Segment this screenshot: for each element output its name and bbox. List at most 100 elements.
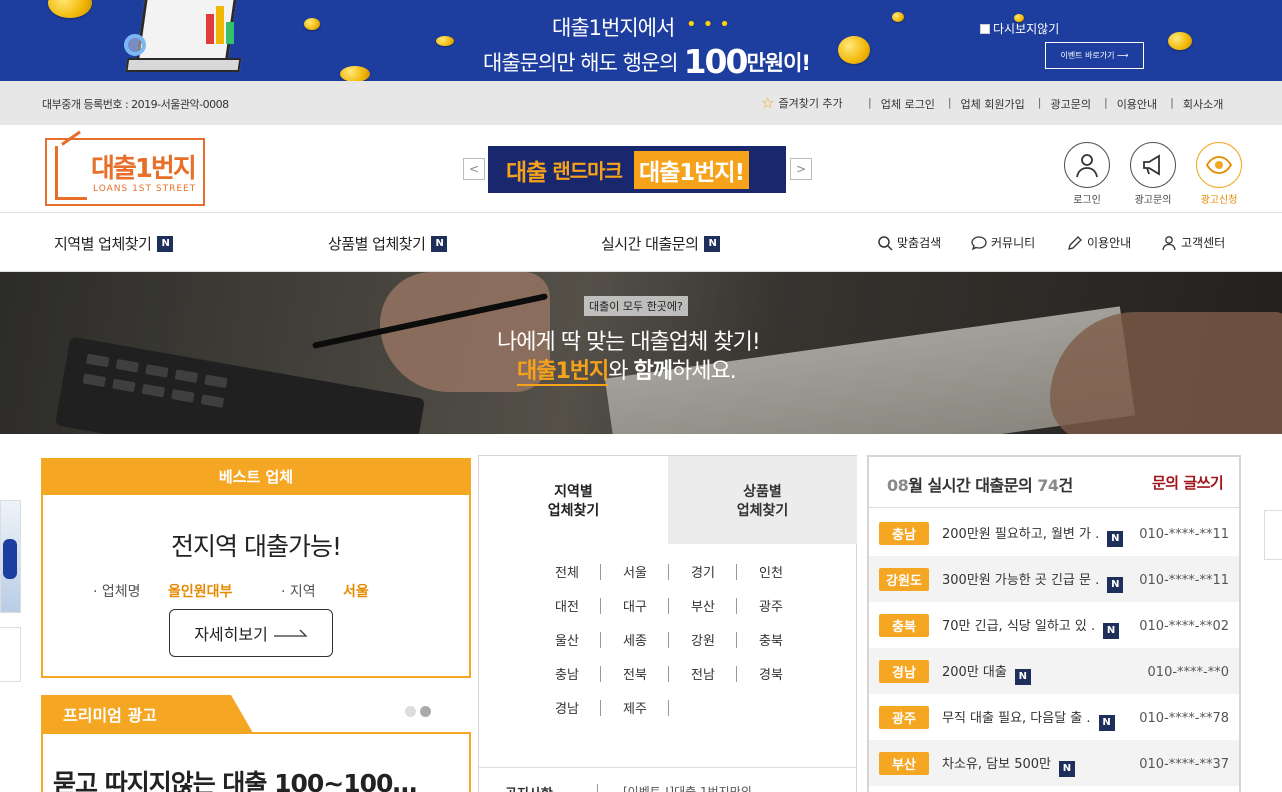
premium-ad-card[interactable]: 묻고 따지지않는 대출 100~100… — [41, 734, 471, 792]
link-company-intro[interactable]: 회사소개 — [1183, 96, 1223, 112]
magnifier-icon — [124, 34, 146, 56]
search-icon — [878, 235, 893, 251]
main-nav: 지역별 업체찾기 N 상품별 업체찾기 N 실시간 대출문의 N 맞춤검색 커뮤니티 … — [0, 214, 1282, 272]
ad-apply-button[interactable] — [1196, 142, 1242, 188]
event-button[interactable]: 이벤트 바로가기 ⟶ — [1045, 42, 1144, 69]
region-link[interactable]: 광주 — [737, 588, 805, 622]
inquiry-row[interactable]: 부산 차소유, 담보 500만 N 010-****-**37 — [869, 740, 1239, 786]
promo-amount: 100 — [683, 42, 749, 81]
site-logo[interactable]: 대출1번지 LOANS 1ST STREET — [45, 138, 205, 206]
side-panel-edge[interactable] — [1264, 510, 1282, 560]
divider: | — [947, 96, 952, 109]
region-link[interactable]: 전북 — [601, 656, 669, 690]
region-link[interactable]: 서울 — [601, 554, 669, 588]
nav-custom-search-label: 맞춤검색 — [897, 236, 942, 250]
notice-link[interactable]: [이벤트 !]대출 1번지만의 — [623, 783, 752, 792]
nav-realtime-inquiry[interactable]: 실시간 대출문의 N — [601, 233, 721, 254]
region-link[interactable]: 대구 — [601, 588, 669, 622]
eye-icon — [1205, 156, 1233, 174]
region-link[interactable]: 충남 — [533, 656, 601, 690]
tab-product-search[interactable]: 상품별 업체찾기 — [668, 456, 857, 544]
region-link[interactable]: 경기 — [669, 554, 737, 588]
promo-headline-2-suffix: 만원이! — [746, 51, 811, 75]
coin-icon — [48, 0, 92, 18]
login-button[interactable] — [1064, 142, 1110, 188]
region-tag: 부산 — [879, 752, 929, 775]
notice-label: 공지사항 — [505, 783, 553, 792]
inquiry-row[interactable]: 강원도 300만원 가능한 곳 긴급 문 . N 010-****-**11 — [869, 556, 1239, 602]
ad-text-2: 랜드마크 — [552, 159, 623, 183]
nav-customer-center-label: 고객센터 — [1181, 236, 1226, 250]
ad-apply-label: 광고신청 — [1200, 195, 1238, 206]
utility-bar: 대부중개 등록번호 : 2019-서울관악-0008 ☆ 즐겨찾기 추가 | 업체… — [0, 81, 1282, 125]
region-link[interactable]: 경남 — [533, 690, 601, 724]
link-usage-guide[interactable]: 이용안내 — [1117, 96, 1157, 112]
side-ad-box — [0, 627, 21, 682]
inquiry-row[interactable]: 충남 200만원 필요하고, 월변 가 . N 010-****-**11 — [869, 510, 1239, 556]
ad-banner[interactable]: 대출 랜드마크 대출1번지! — [488, 146, 786, 193]
pagination-dot[interactable] — [405, 706, 416, 717]
region-link[interactable]: 울산 — [533, 622, 601, 656]
nav-usage-guide[interactable]: 이용안내 — [1067, 234, 1131, 251]
utility-links: | 업체 로그인 | 업체 회원가입 | 광고문의 | 이용안내 | 회사소개 — [868, 96, 1236, 112]
user-icon — [1076, 154, 1098, 178]
divider: | — [868, 96, 872, 109]
ad-prev-button[interactable]: < — [463, 158, 485, 180]
logo-text: 대출1번지 — [91, 154, 197, 184]
nav-community[interactable]: 커뮤니티 — [971, 234, 1035, 251]
inquiry-text: 차소유, 담보 500만 N — [942, 753, 1075, 777]
divider: | — [1103, 96, 1108, 109]
link-ad-inquiry[interactable]: 광고문의 — [1050, 96, 1090, 112]
nav-customer-center[interactable]: 고객센터 — [1161, 234, 1225, 251]
write-inquiry-link[interactable]: 문의 글쓰기 — [1152, 472, 1224, 493]
link-company-login[interactable]: 업체 로그인 — [881, 96, 935, 112]
site-header: 대출1번지 LOANS 1ST STREET < 대출 랜드마크 대출1번지! … — [0, 125, 1282, 213]
tab-region-line2: 업체찾기 — [547, 503, 600, 519]
nav-product-search[interactable]: 상품별 업체찾기 N — [328, 233, 448, 254]
nav-region-search[interactable]: 지역별 업체찾기 N — [54, 233, 174, 254]
region-link[interactable]: 충북 — [737, 622, 805, 656]
favorite-link[interactable]: ☆ 즐겨찾기 추가 — [761, 95, 843, 111]
page: { "promo": { "line1": "대출1번지에서", "line2_… — [0, 0, 1282, 792]
region-link[interactable]: 대전 — [533, 588, 601, 622]
inquiry-row[interactable]: 경남 200만 대출 N 010-****-**0 — [869, 648, 1239, 694]
dont-show-checkbox[interactable]: 다시보지않기 — [980, 20, 1059, 37]
chat-icon — [971, 235, 987, 250]
region-link[interactable]: 전체 — [533, 554, 601, 588]
detail-button[interactable]: 자세히보기 — [169, 609, 333, 657]
region-link[interactable]: 세종 — [601, 622, 669, 656]
nav-realtime-label: 실시간 대출문의 — [601, 235, 699, 253]
best-company-card: 전지역 대출가능! · 업체명 올인원대부 · 지역 서울 자세히보기 — [41, 495, 471, 678]
link-company-signup[interactable]: 업체 회원가입 — [961, 96, 1025, 112]
promo-banner[interactable]: 대출1번지에서 ••• 대출문의만 해도 행운의 100만원이! 다시보지않기 이… — [0, 0, 1282, 81]
inquiry-row[interactable]: 광주 무직 대출 필요, 다음달 출 . N 010-****-**78 — [869, 694, 1239, 740]
region-label: · 지역 — [281, 584, 316, 600]
login-label: 로그인 — [1073, 195, 1101, 206]
region-tag: 강원도 — [879, 568, 929, 591]
chevron-left-icon: < — [468, 162, 480, 176]
coin-icon — [340, 66, 370, 81]
inquiry-text: 무직 대출 필요, 다음달 출 . N — [942, 707, 1115, 731]
region-value: 서울 — [343, 584, 369, 600]
inquiry-row[interactable]: 충북 70만 긴급, 식당 일하고 있 . N 010-****-**02 — [869, 602, 1239, 648]
side-ad-image[interactable] — [0, 500, 21, 613]
nav-custom-search[interactable]: 맞춤검색 — [877, 234, 941, 251]
region-link[interactable]: 강원 — [669, 622, 737, 656]
inquiry-phone: 010-****-**11 — [1139, 573, 1229, 588]
pagination-dot-active[interactable] — [420, 706, 431, 717]
divider: | — [1037, 96, 1042, 109]
ad-inquiry-button[interactable] — [1130, 142, 1176, 188]
region-link[interactable]: 인천 — [737, 554, 805, 588]
region-link[interactable]: 제주 — [601, 690, 669, 724]
region-link[interactable]: 부산 — [669, 588, 737, 622]
checkbox-icon[interactable] — [980, 23, 990, 34]
tab-product-line1: 상품별 — [743, 484, 782, 500]
region-link[interactable]: 경북 — [737, 656, 805, 690]
tab-region-search[interactable]: 지역별 업체찾기 — [479, 456, 668, 544]
region-link[interactable]: 전남 — [669, 656, 737, 690]
inquiry-summary: 200만 대출 — [942, 665, 1007, 680]
ad-next-button[interactable]: > — [790, 158, 812, 180]
nav-region-label: 지역별 업체찾기 — [54, 235, 152, 253]
hero-subheadline: 대출1번지와 함께하세요. — [517, 353, 737, 386]
nav-product-label: 상품별 업체찾기 — [328, 235, 426, 253]
